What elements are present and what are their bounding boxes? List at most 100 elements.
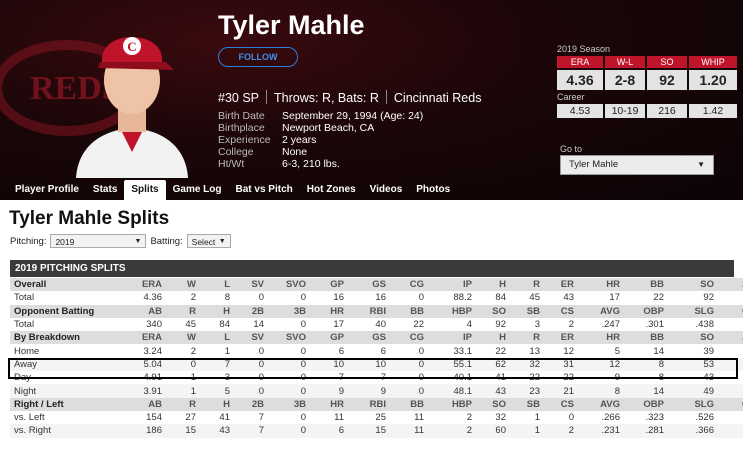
- stat-cell: 40: [348, 317, 390, 332]
- tab-hot-zones[interactable]: Hot Zones: [300, 180, 363, 200]
- column-header: ERA: [114, 331, 166, 345]
- stat-cell: 45: [510, 291, 544, 305]
- career-stat-value: 4.53: [557, 104, 603, 118]
- stat-cell: 27: [166, 410, 200, 425]
- stat-cell: 23: [510, 384, 544, 398]
- split-row: Night3.91150099048.143232181449.235: [10, 384, 743, 398]
- season-stat-header: W-L: [605, 56, 645, 68]
- batting-season-select[interactable]: Select ▼: [186, 234, 231, 248]
- stat-cell: 2: [428, 410, 476, 425]
- column-header: R: [510, 278, 544, 292]
- column-header: GS: [348, 278, 390, 292]
- stat-cell: 8: [200, 291, 234, 305]
- player-photo: C: [76, 37, 188, 178]
- stat-cell: 43: [200, 424, 234, 438]
- stat-cell: 0: [268, 384, 310, 398]
- column-header: AVG: [718, 278, 743, 292]
- player-name: Tyler Mahle: [218, 10, 365, 40]
- bio-value: 2 years: [282, 134, 317, 146]
- season-stat-value: 92: [647, 70, 687, 90]
- stat-cell: .366: [668, 424, 718, 438]
- tab-player-profile[interactable]: Player Profile: [8, 180, 86, 200]
- stat-cell: 45: [166, 317, 200, 332]
- stat-cell: .247: [718, 291, 743, 305]
- stat-cell: 2: [166, 291, 200, 305]
- stat-cell: 92: [668, 291, 718, 305]
- stat-cell: 6: [310, 344, 348, 358]
- column-header: 3B: [268, 304, 310, 318]
- stat-cell: 84: [200, 317, 234, 332]
- split-label: Night: [10, 384, 114, 398]
- column-header: AVG: [578, 304, 624, 318]
- stat-cell: 16: [310, 291, 348, 305]
- column-header: ERA: [114, 278, 166, 292]
- stat-cell: 7: [234, 410, 268, 425]
- section-header-row: OverallERAWLSVSVOGPGSCGIPHRERHRBBSOAVG: [10, 278, 743, 292]
- stat-cell: 6: [310, 424, 348, 438]
- season-stats-box: 2019 Season ERA W-L SO WHIP 4.36 2-8 92 1.20 C…: [557, 44, 740, 118]
- stat-cell: 186: [114, 424, 166, 438]
- stat-cell: 2: [166, 344, 200, 358]
- follow-button[interactable]: FOLLOW: [218, 47, 298, 67]
- split-label: Total: [10, 291, 114, 305]
- column-header: SV: [234, 278, 268, 292]
- column-header: AB: [114, 304, 166, 318]
- column-header: BB: [390, 304, 428, 318]
- home-row-highlight: [8, 358, 738, 379]
- tab-bat-vs-pitch[interactable]: Bat vs Pitch: [229, 180, 300, 200]
- season-stat-header: ERA: [557, 56, 603, 68]
- stat-cell: 17: [310, 317, 348, 332]
- stat-cell: .849: [718, 410, 743, 425]
- stat-cell: 11: [390, 410, 428, 425]
- stat-cell: 154: [114, 410, 166, 425]
- column-header: SV: [234, 331, 268, 345]
- stat-cell: 2: [428, 424, 476, 438]
- stat-cell: 3: [510, 317, 544, 332]
- tab-game-log[interactable]: Game Log: [166, 180, 229, 200]
- chevron-down-icon: ▼: [218, 238, 226, 245]
- team-link[interactable]: Cincinnati Reds: [394, 91, 482, 105]
- stat-cell: 14: [624, 344, 668, 358]
- stat-cell: 1: [166, 384, 200, 398]
- stat-cell: 14: [234, 317, 268, 332]
- stat-cell: 22: [624, 291, 668, 305]
- goto-player-select[interactable]: Tyler Mahle ▼: [560, 155, 714, 175]
- column-header: HR: [578, 278, 624, 292]
- stat-cell: 5: [200, 384, 234, 398]
- section-title: Right / Left: [10, 397, 114, 411]
- stat-cell: 0: [544, 410, 578, 425]
- chevron-down-icon: ▼: [697, 160, 705, 169]
- pitching-season-select[interactable]: 2019 ▼: [50, 234, 147, 248]
- stat-cell: 12: [544, 344, 578, 358]
- column-header: H: [476, 278, 510, 292]
- stat-cell: .739: [718, 317, 743, 332]
- stat-cell: 8: [578, 384, 624, 398]
- stat-cell: 0: [268, 291, 310, 305]
- stat-cell: 3.24: [114, 344, 166, 358]
- tab-stats[interactable]: Stats: [86, 180, 124, 200]
- column-header: OPS: [718, 397, 743, 411]
- stat-cell: .231: [578, 424, 624, 438]
- stat-cell: 6: [348, 344, 390, 358]
- tab-photos[interactable]: Photos: [409, 180, 457, 200]
- stat-cell: 14: [624, 384, 668, 398]
- column-header: SB: [510, 397, 544, 411]
- player-position-line: #30 SP Throws: R, Bats: R Cincinnati Reds: [218, 90, 481, 105]
- tab-videos[interactable]: Videos: [363, 180, 410, 200]
- stat-cell: 88.2: [428, 291, 476, 305]
- bio-row: Experience 2 years: [218, 134, 423, 146]
- column-header: BB: [624, 331, 668, 345]
- tab-splits[interactable]: Splits: [124, 180, 166, 200]
- split-label: Total: [10, 317, 114, 332]
- split-row: Total4.3628001616088.2844543172292.247: [10, 291, 743, 305]
- stat-cell: 0: [268, 424, 310, 438]
- column-header: SLG: [668, 397, 718, 411]
- splits-table-title: 2019 PITCHING SPLITS: [10, 260, 734, 277]
- column-header: R: [166, 397, 200, 411]
- player-header: REDS C Tyler Mahle FOLLOW #30 SP Throws: …: [0, 0, 743, 200]
- stat-cell: 11: [310, 410, 348, 425]
- stat-cell: 15: [166, 424, 200, 438]
- column-header: SO: [668, 278, 718, 292]
- stat-cell: 0: [234, 291, 268, 305]
- column-header: 2B: [234, 304, 268, 318]
